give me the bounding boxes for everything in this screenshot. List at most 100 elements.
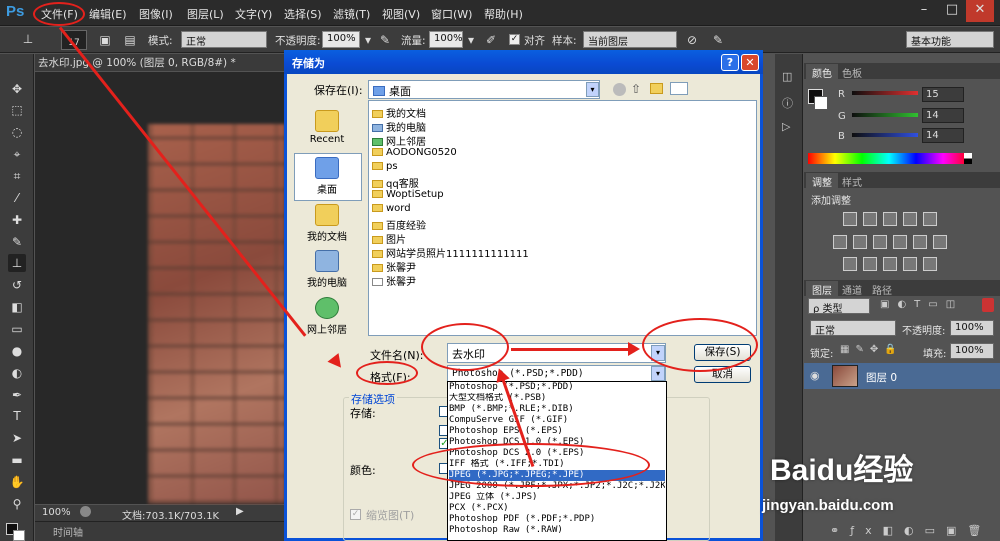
place-network[interactable]: 网上邻居 [296, 297, 358, 343]
eyedropper-tool-icon[interactable]: ⁄ [8, 189, 26, 207]
background-color-swatch[interactable] [13, 530, 25, 541]
format-dropdown-icon[interactable]: ▾ [651, 366, 665, 381]
blue-value[interactable]: 14 [922, 128, 964, 143]
airbrush-icon[interactable]: ✐ [483, 32, 499, 48]
format-option[interactable]: Photoshop Raw (*.RAW) [449, 525, 665, 536]
red-slider[interactable] [852, 91, 918, 95]
red-value[interactable]: 15 [922, 87, 964, 102]
lasso-tool-icon[interactable]: ◌ [8, 123, 26, 141]
channel-mixer-icon[interactable] [933, 235, 947, 249]
brush-panel-icon[interactable]: ▣ [97, 32, 113, 48]
black-white-ramp[interactable] [964, 153, 972, 164]
menu-layer[interactable]: 图层(L) [187, 6, 224, 22]
zoom-level[interactable]: 100% [42, 507, 71, 518]
levels-icon[interactable] [863, 212, 877, 226]
format-option[interactable] [449, 536, 665, 541]
layer-filter-select[interactable]: ρ 类型 [808, 298, 870, 314]
place-desktop[interactable]: 桌面 [296, 157, 358, 203]
menu-window[interactable]: 窗口(W) [431, 6, 472, 22]
list-item[interactable]: 网上邻居 [372, 133, 426, 148]
mode-select[interactable]: 正常 [181, 31, 267, 48]
format-option[interactable]: 大型文档格式 (*.PSB) [449, 393, 665, 404]
blend-mode-select[interactable]: 正常 [810, 320, 896, 336]
healing-brush-tool-icon[interactable]: ✚ [8, 211, 26, 229]
document-tab[interactable]: 去水印.jpg @ 100% (图层 0, RGB/8#) * [38, 55, 236, 71]
menu-filter[interactable]: 滤镜(T) [333, 6, 370, 22]
hue-saturation-icon[interactable] [853, 235, 867, 249]
tab-swatches[interactable]: 色板 [836, 64, 868, 80]
list-item[interactable]: WoptiSetup [372, 189, 444, 202]
properties-icon[interactable]: ⓘ [782, 95, 793, 111]
hand-tool-icon[interactable]: ✋ [8, 473, 26, 491]
photo-filter-icon[interactable] [913, 235, 927, 249]
format-option[interactable]: Photoshop EPS (*.EPS) [449, 426, 665, 437]
maximize-icon[interactable]: □ [938, 0, 966, 22]
gradient-map-2-icon[interactable] [923, 257, 937, 271]
actions-icon[interactable]: ▷ [782, 120, 790, 133]
list-item[interactable]: qq客服 [372, 175, 419, 190]
blur-tool-icon[interactable]: ● [8, 342, 26, 360]
list-item[interactable]: ps [372, 161, 398, 174]
menu-edit[interactable]: 编辑(E) [89, 6, 127, 22]
list-item[interactable]: word [372, 203, 411, 216]
tab-color[interactable]: 颜色 [806, 64, 838, 80]
vibrance-icon[interactable] [833, 235, 847, 249]
fill-input[interactable]: 100% [950, 343, 994, 359]
type-tool-icon[interactable]: T [8, 407, 26, 425]
opacity-input[interactable]: 100% [322, 31, 360, 48]
menu-image[interactable]: 图像(I) [139, 6, 173, 22]
pen-tool-icon[interactable]: ✒ [8, 386, 26, 404]
zoom-tool-icon[interactable]: ⚲ [8, 495, 26, 513]
list-item[interactable]: 张馨尹 [372, 273, 416, 288]
green-slider[interactable] [852, 113, 918, 117]
format-option[interactable]: Photoshop (*.PSD;*.PDD) [449, 382, 665, 393]
aligned-checkbox[interactable]: ✓ [509, 34, 520, 45]
place-my-documents[interactable]: 我的文档 [296, 204, 358, 250]
black-white-icon[interactable] [893, 235, 907, 249]
save-in-select[interactable]: 桌面 [368, 80, 600, 99]
format-option[interactable]: CompuServe GIF (*.GIF) [449, 415, 665, 426]
workspace-select[interactable]: 基本功能 [906, 31, 994, 48]
flow-dropdown-icon[interactable]: ▾ [463, 32, 479, 48]
status-arrow-icon[interactable]: ▶ [236, 506, 244, 517]
format-option[interactable]: Photoshop PDF (*.PDF;*.PDP) [449, 514, 665, 525]
flow-input[interactable]: 100% [429, 31, 463, 48]
save-in-dropdown-icon[interactable]: ▾ [586, 82, 599, 97]
list-item[interactable]: 我的电脑 [372, 119, 426, 134]
path-select-tool-icon[interactable]: ➤ [8, 429, 26, 447]
tab-layers[interactable]: 图层 [806, 281, 838, 297]
ignore-adjustment-icon[interactable]: ⊘ [684, 32, 700, 48]
layer-filter-icons[interactable]: ▣◐T▭◫ [880, 299, 963, 310]
timeline-label[interactable]: 时间轴 [53, 524, 83, 539]
format-option[interactable]: PCX (*.PCX) [449, 503, 665, 514]
pressure-opacity-icon[interactable]: ✎ [377, 32, 393, 48]
list-item[interactable]: 图片 [372, 231, 406, 246]
blue-slider[interactable] [852, 133, 918, 137]
back-icon[interactable] [613, 83, 626, 96]
selective-color-icon[interactable] [903, 257, 917, 271]
status-icon[interactable] [80, 506, 91, 517]
tab-paths[interactable]: 路径 [866, 281, 898, 297]
format-option[interactable]: BMP (*.BMP;*.RLE;*.DIB) [449, 404, 665, 415]
brightness-icon[interactable] [843, 212, 857, 226]
format-option[interactable]: JPEG 立体 (*.JPS) [449, 492, 665, 503]
threshold-icon[interactable] [883, 257, 897, 271]
list-item[interactable]: 我的文档 [372, 105, 426, 120]
shape-tool-icon[interactable]: ▬ [8, 451, 26, 469]
lock-icons[interactable]: ▦✎✥🔒 [840, 344, 903, 355]
filter-toggle-icon[interactable] [982, 298, 994, 312]
new-folder-icon[interactable] [650, 83, 663, 94]
dodge-tool-icon[interactable]: ◐ [8, 364, 26, 382]
pressure-size-icon[interactable]: ✎ [710, 32, 726, 48]
history-icon[interactable]: ◫ [782, 70, 792, 83]
layer-name[interactable]: 图层 0 [866, 370, 897, 385]
gradient-map-icon[interactable] [923, 212, 937, 226]
exposure-icon[interactable] [903, 212, 917, 226]
dialog-close-button[interactable]: ✕ [741, 54, 759, 71]
panel-background-swatch[interactable] [814, 96, 828, 110]
menu-type[interactable]: 文字(Y) [235, 6, 272, 22]
color-spectrum-ramp[interactable] [808, 153, 970, 164]
layer-opacity-input[interactable]: 100% [950, 320, 994, 336]
menu-help[interactable]: 帮助(H) [484, 6, 523, 22]
layer-footer-icons[interactable]: ⚭ƒx◧◐▭▣🗑 [830, 524, 992, 537]
